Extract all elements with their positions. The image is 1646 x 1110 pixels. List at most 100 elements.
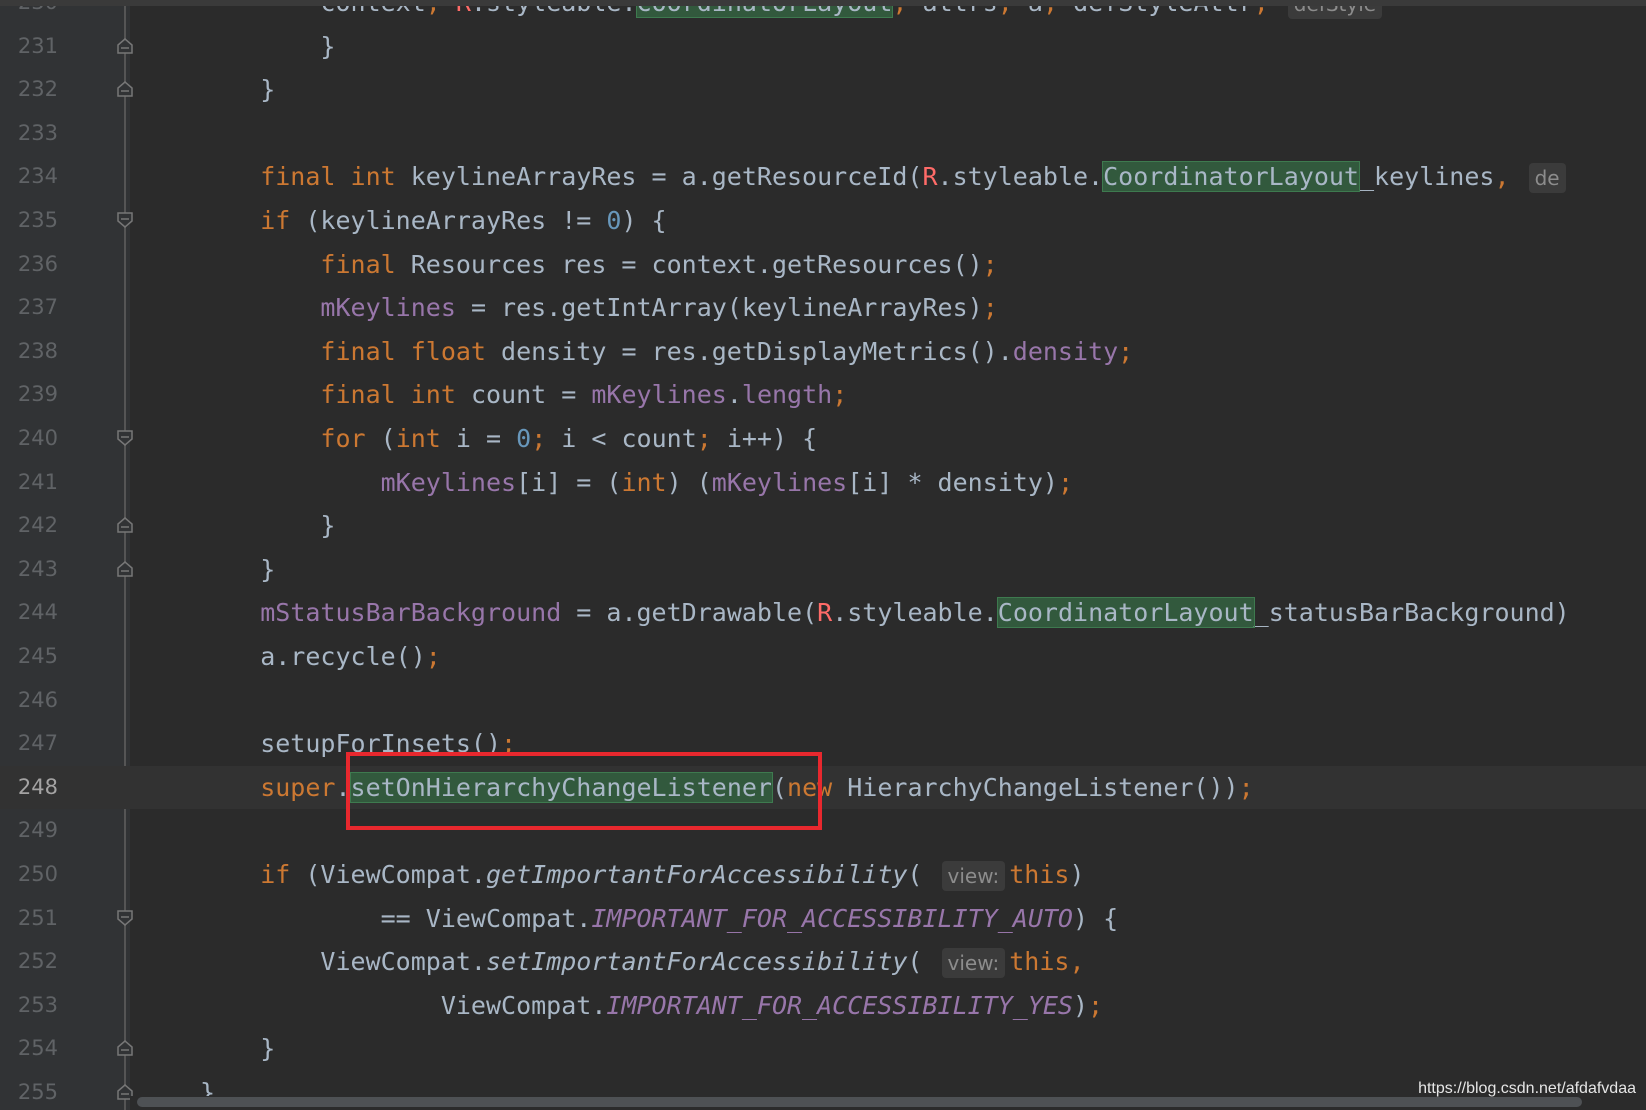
code-token: ;	[832, 380, 848, 410]
line-number[interactable]: 237	[0, 286, 58, 330]
line-number[interactable]: 255	[0, 1071, 58, 1110]
code-text[interactable]: ViewCompat.IMPORTANT_FOR_ACCESSIBILITY_Y…	[200, 984, 1103, 1028]
code-line[interactable]: 233	[0, 112, 1646, 156]
code-text[interactable]: }	[200, 25, 335, 69]
code-line[interactable]: 253 ViewCompat.IMPORTANT_FOR_ACCESSIBILI…	[0, 984, 1646, 1028]
code-text[interactable]: mStatusBarBackground = a.getDrawable(R.s…	[200, 591, 1570, 635]
code-line[interactable]: 242 }	[0, 504, 1646, 548]
line-number[interactable]: 254	[0, 1027, 58, 1071]
code-line[interactable]: 246	[0, 679, 1646, 723]
code-line[interactable]: 251 == ViewCompat.IMPORTANT_FOR_ACCESSIB…	[0, 897, 1646, 941]
code-line[interactable]: 243 }	[0, 548, 1646, 592]
line-number[interactable]: 245	[0, 635, 58, 679]
code-token: )	[1069, 860, 1085, 889]
parameter-hint: de	[1528, 163, 1566, 194]
code-token: Resources res = context.getResources()	[410, 249, 983, 279]
line-number[interactable]: 249	[0, 809, 58, 853]
line-number[interactable]: 232	[0, 68, 58, 112]
line-number[interactable]: 243	[0, 548, 58, 592]
fold-open-icon[interactable]	[115, 908, 135, 928]
line-number[interactable]: 252	[0, 940, 58, 984]
line-number[interactable]: 233	[0, 112, 58, 156]
code-line[interactable]: 240 for (int i = 0; i < count; i++) {	[0, 417, 1646, 461]
code-line[interactable]: 252 ViewCompat.setImportantForAccessibil…	[0, 940, 1646, 984]
code-text[interactable]: }	[200, 1027, 275, 1071]
code-text[interactable]: if (ViewCompat.getImportantForAccessibil…	[200, 853, 1085, 897]
code-line[interactable]: 244 mStatusBarBackground = a.getDrawable…	[0, 591, 1646, 635]
line-number[interactable]: 244	[0, 591, 58, 635]
code-text[interactable]: for (int i = 0; i < count; i++) {	[200, 417, 817, 461]
code-line[interactable]: 247 setupForInsets();	[0, 722, 1646, 766]
line-number[interactable]: 236	[0, 243, 58, 287]
code-token: mKeylines	[320, 293, 456, 323]
line-number[interactable]: 231	[0, 25, 58, 69]
watermark-text: https://blog.csdn.net/afdafvdaa	[1418, 1080, 1636, 1097]
line-number[interactable]: 253	[0, 984, 58, 1028]
code-text[interactable]: == ViewCompat.IMPORTANT_FOR_ACCESSIBILIT…	[200, 897, 1119, 941]
code-token: this	[1009, 860, 1070, 889]
line-number[interactable]: 248	[0, 766, 58, 810]
code-token: mKeylines	[711, 467, 848, 497]
code-line[interactable]: 237 mKeylines = res.getIntArray(keylineA…	[0, 286, 1646, 330]
code-line[interactable]: 235 if (keylineArrayRes != 0) {	[0, 199, 1646, 243]
line-number[interactable]: 242	[0, 504, 58, 548]
code-line[interactable]: 254 }	[0, 1027, 1646, 1071]
code-text[interactable]: final float density = res.getDisplayMetr…	[200, 330, 1133, 374]
line-number[interactable]: 234	[0, 155, 58, 199]
code-token: 0	[516, 424, 532, 453]
code-token: CoordinatorLayout	[1102, 161, 1360, 193]
code-token: ;	[425, 642, 441, 671]
code-editor[interactable]: 230 context, R.styleable.CoordinatorLayo…	[0, 0, 1646, 1110]
code-token: density = res.getDisplayMetrics().	[501, 336, 1013, 366]
line-number[interactable]: 251	[0, 897, 58, 941]
line-number[interactable]: 238	[0, 330, 58, 374]
line-number[interactable]: 247	[0, 722, 58, 766]
code-line[interactable]: 232 }	[0, 68, 1646, 112]
fold-close-icon[interactable]	[115, 515, 135, 535]
code-text[interactable]: mKeylines[i] = (int) (mKeylines[i] * den…	[200, 461, 1073, 505]
top-edge	[0, 0, 1646, 6]
code-line[interactable]: 248 super.setOnHierarchyChangeListener(n…	[0, 765, 1646, 810]
fold-close-icon[interactable]	[115, 36, 135, 56]
line-number[interactable]: 250	[0, 853, 58, 897]
code-text[interactable]: final int keylineArrayRes = a.getResourc…	[200, 155, 1570, 199]
code-line[interactable]: 245 a.recycle();	[0, 635, 1646, 679]
code-text[interactable]: mKeylines = res.getIntArray(keylineArray…	[200, 286, 997, 330]
line-number[interactable]: 241	[0, 461, 58, 505]
code-line[interactable]: 250 if (ViewCompat.getImportantForAccess…	[0, 853, 1646, 897]
fold-close-icon[interactable]	[115, 559, 135, 579]
code-text[interactable]: final int count = mKeylines.length;	[200, 373, 847, 417]
code-token: mKeylines	[380, 467, 517, 497]
horizontal-scrollbar-thumb[interactable]	[137, 1097, 1582, 1107]
code-text[interactable]: }	[200, 504, 335, 548]
code-token: }	[200, 554, 276, 584]
code-text[interactable]: final Resources res = context.getResourc…	[200, 243, 997, 287]
fold-close-icon[interactable]	[115, 1038, 135, 1058]
line-number[interactable]: 246	[0, 679, 58, 723]
code-token: == ViewCompat.	[200, 903, 592, 933]
code-text[interactable]: }	[200, 548, 275, 592]
code-line[interactable]: 239 final int count = mKeylines.length;	[0, 373, 1646, 417]
code-line[interactable]: 238 final float density = res.getDisplay…	[0, 330, 1646, 374]
code-text[interactable]: a.recycle();	[200, 635, 441, 679]
fold-close-icon[interactable]	[115, 79, 135, 99]
line-number[interactable]: 239	[0, 373, 58, 417]
code-token: .styleable.	[832, 598, 998, 628]
code-line[interactable]: 231 }	[0, 25, 1646, 69]
fold-open-icon[interactable]	[115, 428, 135, 448]
code-line[interactable]: 236 final Resources res = context.getRes…	[0, 243, 1646, 287]
code-text[interactable]: }	[200, 68, 275, 112]
code-text[interactable]: ViewCompat.setImportantForAccessibility(…	[200, 940, 1085, 984]
code-token: ) {	[621, 206, 667, 235]
code-token: a.recycle()	[200, 642, 426, 671]
line-number[interactable]: 235	[0, 199, 58, 243]
code-text[interactable]: if (keylineArrayRes != 0) {	[200, 199, 667, 243]
code-line[interactable]: 249	[0, 809, 1646, 853]
code-token: ;	[1118, 336, 1134, 366]
code-line[interactable]: 241 mKeylines[i] = (int) (mKeylines[i] *…	[0, 461, 1646, 505]
code-token: CoordinatorLayout	[996, 597, 1255, 629]
fold-open-icon[interactable]	[115, 210, 135, 230]
code-token: IMPORTANT_FOR_ACCESSIBILITY_AUTO	[591, 903, 1073, 933]
line-number[interactable]: 240	[0, 417, 58, 461]
code-line[interactable]: 234 final int keylineArrayRes = a.getRes…	[0, 155, 1646, 199]
